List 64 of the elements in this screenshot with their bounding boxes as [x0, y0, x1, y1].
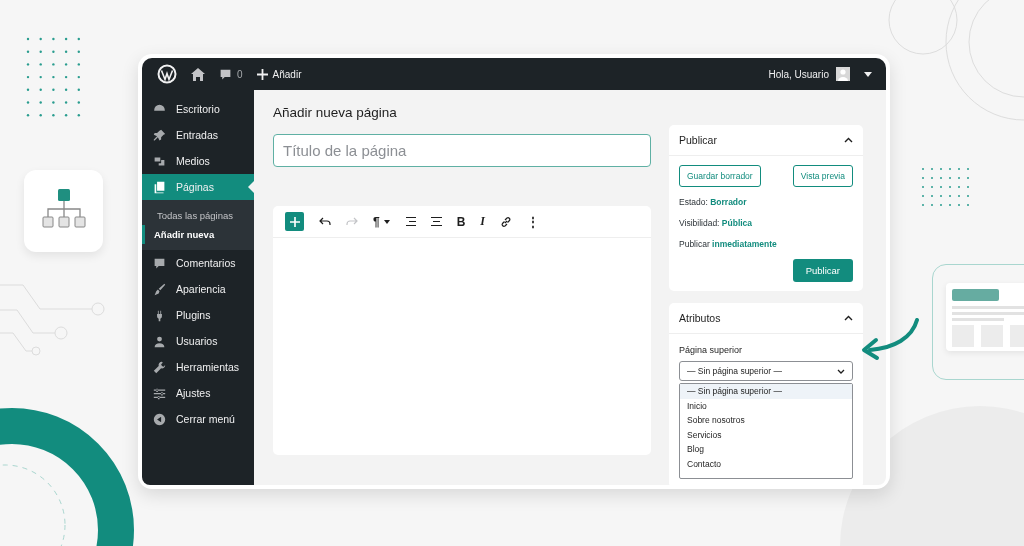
dropdown-option[interactable]: Blog [680, 442, 852, 457]
add-new-button[interactable]: Añadir [256, 68, 302, 80]
sidebar-item[interactable]: Comentarios [142, 250, 254, 276]
dropdown-option[interactable]: — Sin página superior — [680, 384, 852, 399]
speech-bubble-icon [153, 256, 166, 270]
sidebar-item[interactable]: Plugins [142, 302, 254, 328]
logo-icon[interactable] [157, 64, 177, 84]
sidebar-item[interactable]: Entradas [142, 122, 254, 148]
panel-title: Atributos [679, 312, 721, 324]
parent-page-select[interactable]: — Sin página superior — [679, 361, 853, 381]
sidebar-item[interactable]: Herramientas [142, 354, 254, 380]
submenu-item[interactable]: Todas las páginas [142, 206, 254, 225]
dot-grid-drawing [922, 168, 969, 206]
link-icon[interactable] [500, 215, 513, 228]
submenu-item[interactable]: Añadir nueva [142, 225, 254, 244]
sliders-icon [153, 386, 166, 400]
chevron-icon [837, 368, 845, 374]
home-icon[interactable] [191, 67, 205, 81]
sidebar-item[interactable]: Cerrar menú [142, 406, 254, 432]
undo-icon[interactable] [319, 217, 331, 226]
publish-setting: Estado: Borrador [679, 196, 748, 208]
toolbar-button[interactable]: I [480, 214, 486, 229]
media-icon [153, 154, 166, 168]
dropdown-option[interactable]: Servicios [680, 427, 852, 443]
publish-setting: Visibilidad: Pública [679, 217, 754, 229]
comment-count: 0 [237, 68, 243, 80]
plus-icon [256, 68, 268, 80]
dropdown-option[interactable]: Contacto [680, 456, 852, 472]
wrench-icon [153, 360, 166, 374]
page-heading: Añadir nueva página [273, 104, 398, 122]
preview-button[interactable]: Vista previa [792, 165, 853, 187]
add-block-button[interactable] [285, 212, 304, 231]
toolbar-button[interactable]: B [456, 214, 466, 229]
chevron-icon[interactable] [844, 315, 853, 321]
sidebar-item[interactable]: Páginas [142, 174, 254, 200]
sidebar-item[interactable]: Medios [142, 148, 254, 174]
pin-icon [153, 128, 166, 142]
pages-icon [153, 180, 166, 194]
align-right-icon[interactable] [404, 217, 416, 226]
caret-icon[interactable] [864, 71, 872, 77]
caret-icon [383, 219, 390, 224]
chevron-icon[interactable] [844, 137, 853, 143]
field-label: Página superior [679, 345, 744, 355]
sidebar-item[interactable]: Escritorio [142, 96, 254, 122]
pointer-icon [248, 181, 254, 193]
toolbar-button[interactable]: ¶ [373, 214, 390, 229]
sidebar-item[interactable]: Usuarios [142, 328, 254, 354]
sidebar-item[interactable]: Ajustes [142, 380, 254, 406]
align-center-icon[interactable] [430, 217, 442, 226]
speech-bubble-icon[interactable] [219, 67, 232, 81]
dropdown-option[interactable]: Inicio [680, 398, 852, 414]
panel-title: Publicar [679, 134, 717, 146]
paintbrush-icon [153, 282, 166, 296]
collapse-icon [153, 412, 166, 426]
sidebar-item[interactable]: Apariencia [142, 276, 254, 302]
dropdown-option[interactable]: Sobre nosotros [680, 413, 852, 428]
toolbar-button[interactable]: ⋮ [527, 214, 540, 229]
user-greeting[interactable]: Hola, Usuario [768, 68, 829, 80]
plus-icon [289, 216, 300, 227]
user-icon [153, 334, 166, 348]
publish-button[interactable]: Publicar [792, 259, 853, 282]
title-field[interactable]: Título de la página [273, 134, 651, 167]
save-draft-button[interactable]: Guardar borrador [679, 165, 761, 187]
publish-setting: Publicar inmediatamente [679, 238, 778, 250]
